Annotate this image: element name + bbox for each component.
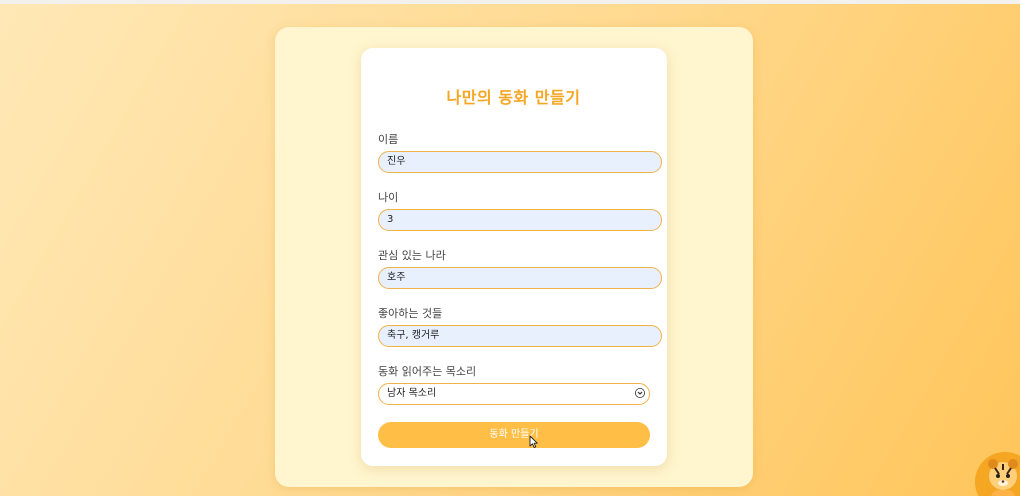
voice-select[interactable]: 남자 목소리 (378, 383, 650, 405)
age-input[interactable]: 3 (378, 209, 662, 231)
age-label: 나이 (378, 191, 399, 204)
likes-input[interactable]: 축구, 캥거루 (378, 325, 662, 347)
voice-label: 동화 읽어주는 목소리 (378, 365, 477, 378)
tiger-face-icon (975, 452, 1020, 496)
name-input[interactable]: 진우 (378, 151, 662, 173)
country-input[interactable]: 호주 (378, 267, 662, 289)
cursor-icon (529, 435, 538, 448)
likes-label: 좋아하는 것들 (378, 307, 443, 320)
create-story-button[interactable]: 동화 만들기 (378, 422, 650, 448)
name-label: 이름 (378, 133, 399, 146)
country-label: 관심 있는 나라 (378, 249, 446, 262)
page-title: 나만의 동화 만들기 (446, 88, 581, 107)
chevron-down-icon (635, 388, 645, 398)
voice-select-value: 남자 목소리 (387, 388, 437, 399)
tiger-mascot-icon[interactable] (975, 452, 1020, 496)
top-strip (0, 0, 1020, 4)
